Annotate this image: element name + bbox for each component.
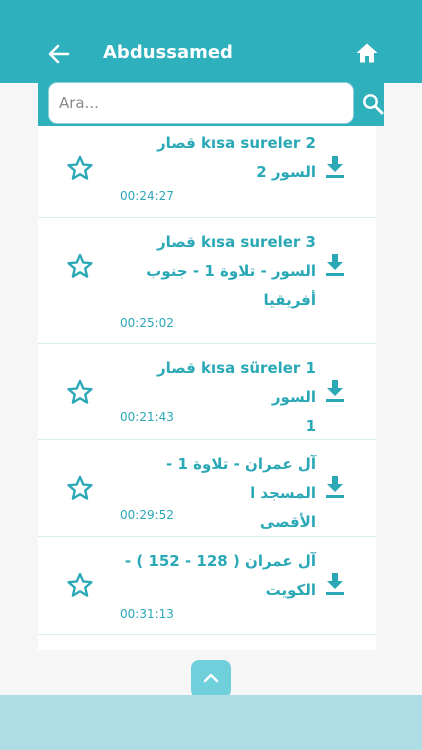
scroll-to-top-button[interactable] — [191, 660, 231, 698]
list-item[interactable]: kısa süreler 1 قصار السور 1 00:21:43 — [38, 344, 376, 440]
search-field[interactable] — [48, 82, 354, 124]
chevron-up-icon — [203, 673, 219, 683]
item-title: kısa süreler 1 قصار السور 1 — [120, 354, 316, 441]
recitation-list: kısa sureler 2 قصار السور 2 00:24:27 kıs… — [38, 126, 376, 650]
item-duration: 00:24:27 — [120, 189, 174, 203]
item-duration: 00:25:02 — [120, 316, 174, 330]
title-line: أفريقيا — [263, 291, 316, 309]
item-title: آل عمران ( 128 - 152 ) - الكويت — [120, 547, 316, 605]
list-item[interactable]: آل عمران - تلاوة 1 - المسجد ا الأقصى 00:… — [38, 440, 376, 537]
download-icon[interactable] — [324, 378, 346, 404]
star-outline-icon[interactable] — [66, 252, 94, 280]
search-input[interactable] — [59, 91, 339, 115]
item-duration: 00:21:43 — [120, 410, 174, 424]
title-line: kısa sureler 2 قصار — [156, 134, 316, 152]
title-line: السور - تلاوة 1 - جنوب — [146, 262, 316, 280]
arrow-left-icon[interactable] — [44, 40, 74, 68]
star-outline-icon[interactable] — [66, 474, 94, 502]
item-title: kısa sureler 2 قصار السور 2 — [120, 129, 316, 187]
bottom-bar — [0, 695, 422, 750]
page-title: Abdussamed — [103, 42, 233, 63]
title-line: kısa sureler 3 قصار — [156, 233, 316, 251]
title-line: السور 2 — [256, 163, 316, 181]
title-line: kısa süreler 1 قصار السور — [156, 359, 316, 406]
list-item[interactable]: kısa sureler 3 قصار السور - تلاوة 1 - جن… — [38, 218, 376, 344]
download-icon[interactable] — [324, 154, 346, 180]
download-icon[interactable] — [324, 571, 346, 597]
item-title: kısa sureler 3 قصار السور - تلاوة 1 - جن… — [120, 228, 316, 315]
list-item[interactable]: آل عمران ( 128 - 152 ) - الكويت 00:31:13 — [38, 537, 376, 635]
download-icon[interactable] — [324, 252, 346, 278]
download-icon[interactable] — [324, 474, 346, 500]
app-bar: Abdussamed — [0, 0, 422, 83]
item-duration: 00:31:13 — [120, 607, 174, 621]
star-outline-icon[interactable] — [66, 378, 94, 406]
item-title: آل عمران - تلاوة 1 - المسجد ا الأقصى — [120, 450, 316, 537]
title-line: آل عمران ( 128 - 152 ) - — [124, 552, 316, 570]
title-line: آل عمران - تلاوة 1 - المسجد ا — [166, 455, 316, 502]
star-outline-icon[interactable] — [66, 571, 94, 599]
item-duration: 00:29:52 — [120, 508, 174, 522]
star-outline-icon[interactable] — [66, 154, 94, 182]
list-item[interactable]: kısa sureler 2 قصار السور 2 00:24:27 — [38, 126, 376, 218]
title-line: الكويت — [265, 581, 316, 599]
search-icon[interactable] — [362, 93, 384, 115]
home-icon[interactable] — [355, 41, 379, 65]
